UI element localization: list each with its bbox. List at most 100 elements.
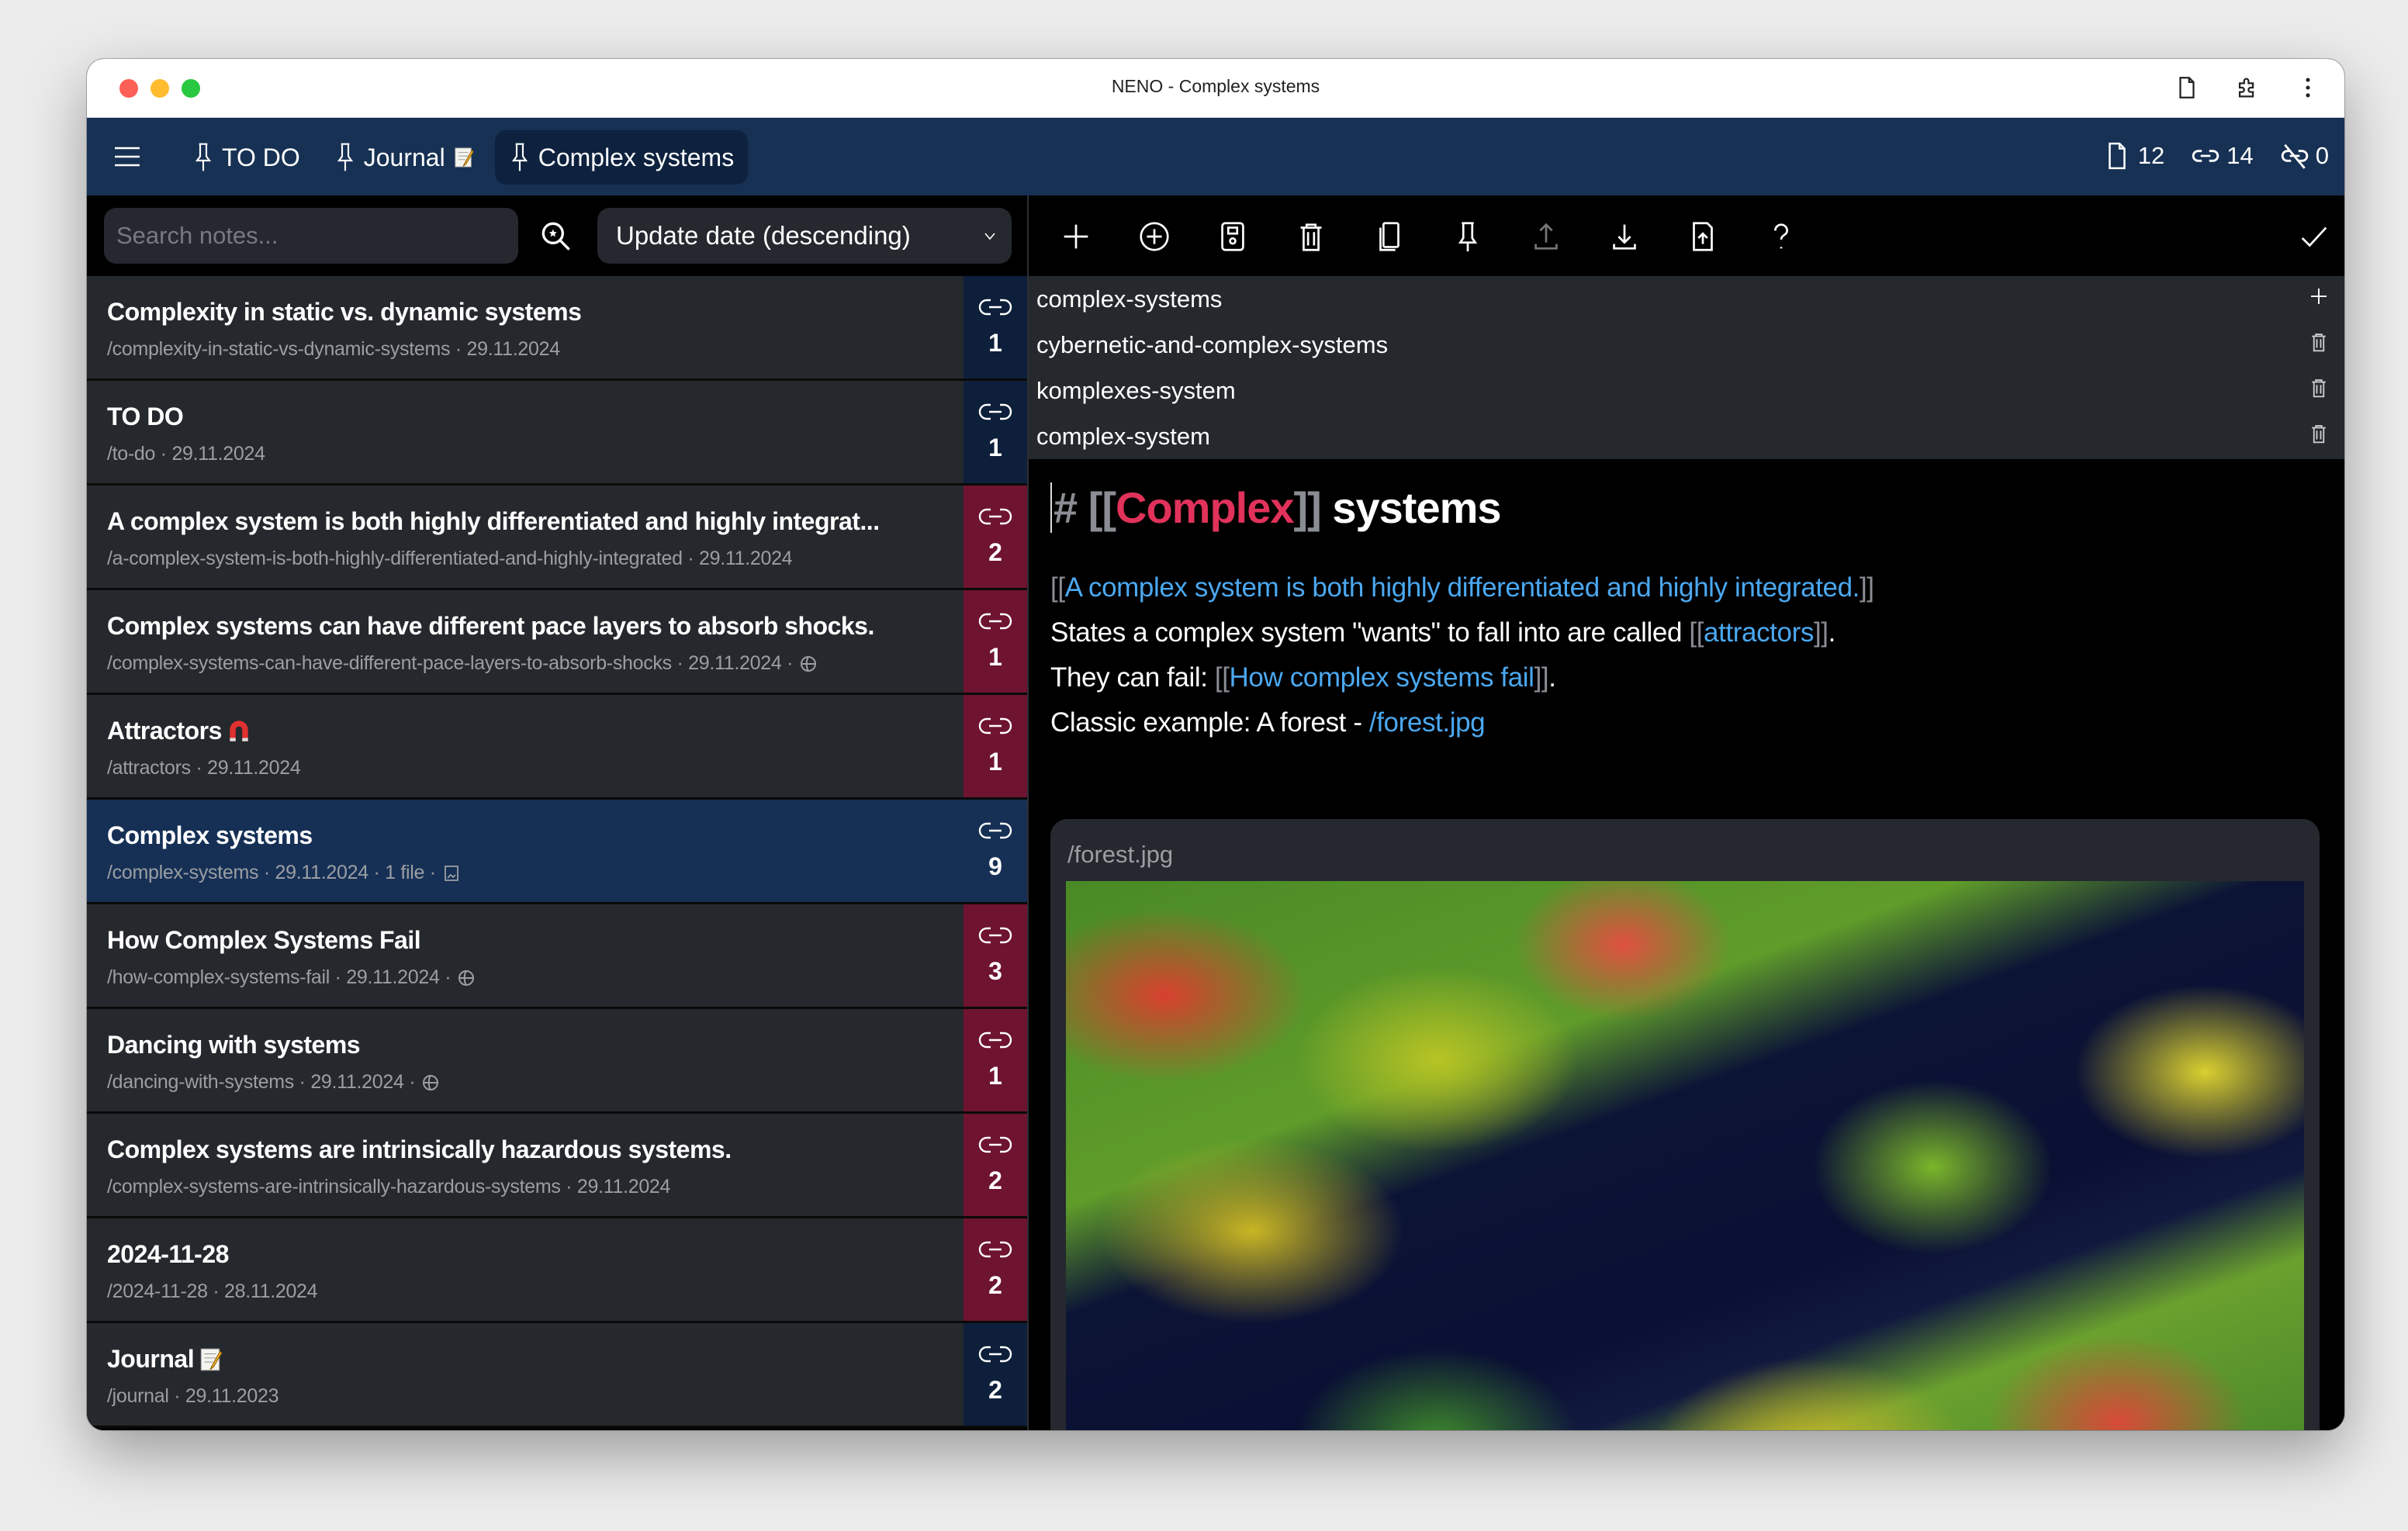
check-icon (2301, 226, 2327, 247)
help-icon (1773, 223, 1789, 249)
menu-icon[interactable] (113, 144, 141, 169)
alias-item[interactable]: complex-systems (1029, 276, 2344, 322)
toolbar-confirm-button[interactable] (2295, 217, 2334, 256)
alias-value[interactable]: complex-systems (1036, 285, 1222, 313)
link-count-badge: 1 (964, 590, 1027, 693)
alias-add-button[interactable] (2307, 285, 2330, 314)
note-title: Complex systems can have different pace … (107, 612, 874, 640)
toolbar-save-button[interactable] (1213, 217, 1252, 256)
chevron-down-icon (984, 233, 995, 240)
link-bracket: [[ (1050, 572, 1065, 603)
alias-delete-button[interactable] (2307, 330, 2330, 360)
window-title: NENO - Complex systems (1111, 76, 1320, 96)
note-title: How Complex Systems Fail (107, 926, 421, 954)
globe-icon (801, 655, 817, 672)
note-title: Journal (107, 1345, 195, 1373)
note-meta: /attractors · 29.11.2024 (107, 757, 301, 779)
search-input[interactable] (104, 208, 518, 264)
toolbar-plus-circle-button[interactable] (1135, 217, 1174, 256)
sort-select-value: Update date (descending) (616, 221, 911, 250)
more-vertical-icon[interactable] (2295, 74, 2321, 101)
alias-delete-button[interactable] (2307, 376, 2330, 406)
heading-link[interactable]: Complex (1116, 483, 1294, 532)
search-bar: Update date (descending) (87, 195, 1029, 276)
memo-icon (455, 147, 474, 168)
link-count-badge: 1 (964, 695, 1027, 797)
alias-item[interactable]: complex-system (1029, 413, 2344, 459)
note-list-item[interactable]: 2024-11-28/2024-11-28 · 28.11.2024 2 (87, 1218, 1027, 1323)
pinned-tab[interactable]: TO DO (178, 130, 314, 185)
search-icon[interactable] (537, 217, 576, 256)
note-list-item[interactable]: Complex systems can have different pace … (87, 590, 1027, 695)
editor-line: They can fail: [[How complex systems fai… (1050, 662, 1556, 693)
forest-image (1066, 881, 2304, 1430)
plus-icon (1064, 224, 1088, 249)
link-count: 1 (988, 433, 1002, 461)
sort-select[interactable]: Update date (descending) (597, 208, 1012, 264)
note-list-item[interactable]: Complexity in static vs. dynamic systems… (87, 276, 1027, 381)
note-link[interactable]: A complex system is both highly differen… (1065, 572, 1860, 603)
note-list-item[interactable]: Complex systems are intrinsically hazard… (87, 1114, 1027, 1218)
toolbar-pin-button[interactable] (1448, 217, 1487, 256)
trash-icon (2312, 424, 2326, 443)
alias-delete-button[interactable] (2307, 422, 2330, 451)
link-count-badge: 1 (964, 276, 1027, 378)
note-title: Complex systems (107, 821, 313, 849)
toolbar-trash-button[interactable] (1292, 217, 1330, 256)
toolbar-plus-button[interactable] (1057, 217, 1095, 256)
link-icon (978, 403, 1012, 420)
link-icon (978, 1241, 1012, 1257)
note-list-item[interactable]: Attractors/attractors · 29.11.2024 1 (87, 695, 1027, 800)
note-list-item[interactable]: How Complex Systems Fail/how-complex-sys… (87, 904, 1027, 1009)
note-link[interactable]: How complex systems fail (1230, 662, 1534, 693)
toolbar-file-upload-button[interactable] (1683, 217, 1722, 256)
alias-value[interactable]: cybernetic-and-complex-systems (1036, 331, 1388, 359)
link-icon (978, 1346, 1012, 1362)
note-meta: /complex-systems-can-have-different-pace… (107, 652, 794, 674)
note-list-item[interactable]: Complex systems/complex-systems · 29.11.… (87, 800, 1027, 904)
note-list-item[interactable]: A complex system is both highly differen… (87, 486, 1027, 590)
file-preview-label[interactable]: /forest.jpg (1067, 841, 1173, 869)
editor-line: States a complex system "wants" to fall … (1050, 617, 1835, 648)
toolbar-duplicate-button[interactable] (1370, 217, 1409, 256)
editor-text: Classic example: A forest - (1050, 707, 1369, 738)
alias-value[interactable]: komplexes-system (1036, 377, 1236, 405)
alias-item[interactable]: cybernetic-and-complex-systems (1029, 322, 2344, 368)
pinned-tab[interactable]: Complex systems (494, 130, 749, 185)
duplicate-icon (1379, 222, 1399, 251)
toolbar-help-button[interactable] (1762, 217, 1801, 256)
save-icon (1221, 222, 1244, 251)
link-bracket: [[ (1088, 483, 1116, 532)
pinned-tab[interactable]: Journal (320, 130, 489, 185)
heading-text: systems (1332, 483, 1501, 532)
note-meta: /dancing-with-systems · 29.11.2024 · (107, 1071, 416, 1093)
note-title: Dancing with systems (107, 1031, 361, 1059)
note-list-item[interactable]: Journal/journal · 29.11.2023 2 (87, 1323, 1027, 1428)
note-meta: /to-do · 29.11.2024 (107, 443, 265, 465)
editor-text: . (1828, 617, 1836, 648)
alias-value[interactable]: complex-system (1036, 423, 1210, 451)
link-icon (978, 1032, 1012, 1048)
file-icon (2109, 142, 2126, 170)
note-list-item[interactable]: Dancing with systems/dancing-with-system… (87, 1009, 1027, 1114)
editor-text: States a complex system "wants" to fall … (1050, 617, 1690, 648)
alias-item[interactable]: komplexes-system (1029, 368, 2344, 413)
note-list-item[interactable]: TO DO/to-do · 29.11.2024 1 (87, 381, 1027, 486)
trash-icon (2312, 333, 2326, 351)
plus-icon (2311, 288, 2327, 304)
pinned-tab-label: Complex systems (538, 143, 735, 171)
link-count-badge: 2 (964, 1114, 1027, 1216)
document-icon[interactable] (2174, 74, 2200, 101)
link-bracket: ]] (1859, 572, 1874, 603)
extensions-icon[interactable] (2234, 74, 2261, 101)
file-link[interactable]: /forest.jpg (1369, 707, 1486, 738)
toolbar-download-button[interactable] (1605, 217, 1644, 256)
editor-toolbar (1029, 195, 2344, 276)
note-meta: /complex-systems-are-intrinsically-hazar… (107, 1176, 671, 1197)
link-bracket: [[ (1214, 662, 1230, 693)
note-editor[interactable]: # [[Complex]] systems [[A complex system… (1029, 459, 2344, 1430)
toolbar-upload-button[interactable] (1527, 217, 1566, 256)
note-link[interactable]: attractors (1704, 617, 1814, 648)
note-title: Complex systems are intrinsically hazard… (107, 1135, 732, 1163)
link-count-badge: 2 (964, 1323, 1027, 1426)
